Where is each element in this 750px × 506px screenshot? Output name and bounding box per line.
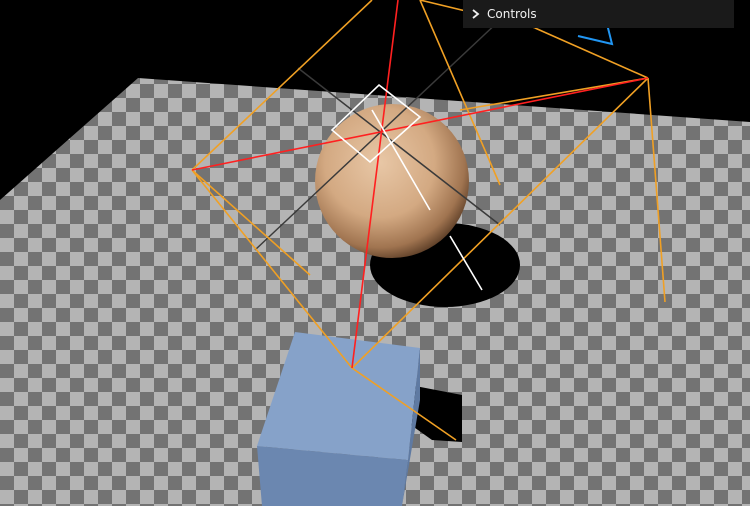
controls-panel[interactable]: Controls (463, 0, 734, 28)
chevron-right-icon[interactable] (469, 7, 483, 21)
3d-viewport[interactable] (0, 0, 750, 506)
controls-title: Controls (487, 7, 537, 21)
sphere[interactable] (315, 104, 469, 258)
